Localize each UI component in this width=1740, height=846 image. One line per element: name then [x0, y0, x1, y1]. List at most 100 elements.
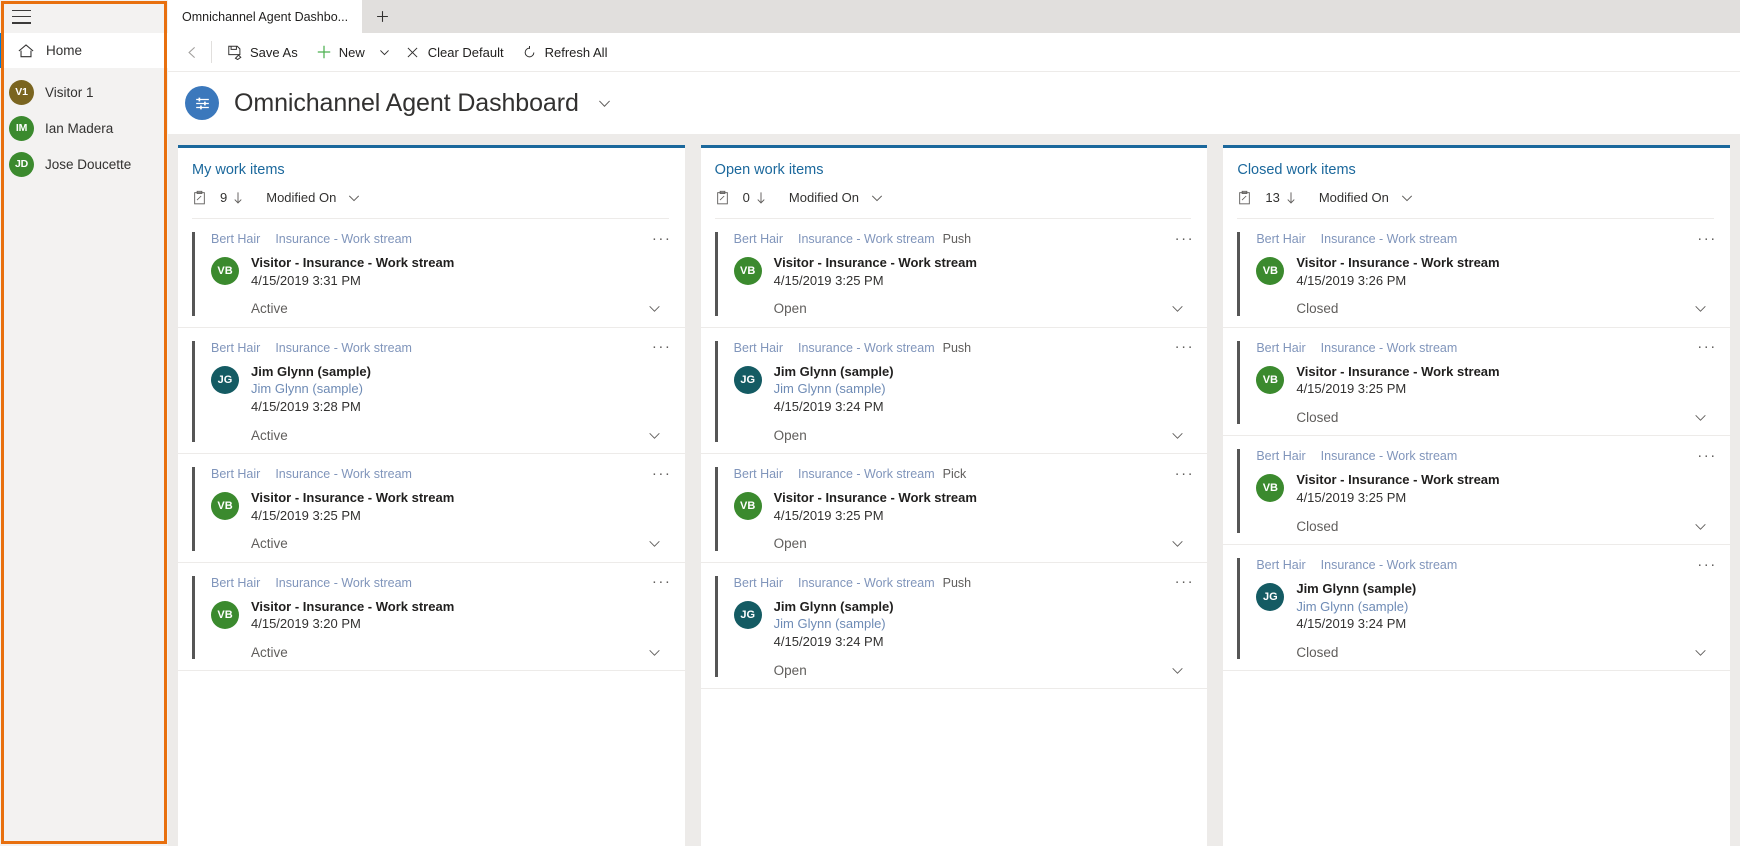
clear-default-button[interactable]: Clear Default [396, 37, 513, 67]
card-overflow-menu[interactable]: ··· [1696, 338, 1718, 356]
card-agent-name[interactable]: Bert Hair [211, 467, 260, 481]
work-item-card[interactable]: ··· Bert Hair Insurance - Work stream VB… [178, 219, 685, 328]
card-subtitle[interactable]: Jim Glynn (sample) [774, 380, 894, 398]
sort-direction-icon[interactable] [232, 190, 246, 205]
new-tab-button[interactable] [362, 0, 403, 33]
card-stream-name[interactable]: Insurance - Work stream [1321, 558, 1458, 572]
card-expand-chevron[interactable] [1167, 301, 1187, 317]
card-overflow-menu[interactable]: ··· [1173, 338, 1195, 356]
work-item-card[interactable]: ··· Bert Hair Insurance - Work stream Pu… [700, 563, 1208, 690]
site-map-button[interactable] [0, 0, 168, 33]
card-agent-name[interactable]: Bert Hair [1256, 232, 1305, 246]
sort-direction-icon[interactable] [755, 190, 769, 205]
card-agent-name[interactable]: Bert Hair [734, 232, 783, 246]
card-overflow-menu[interactable]: ··· [1696, 555, 1718, 573]
work-item-card[interactable]: ··· Bert Hair Insurance - Work stream Pi… [700, 454, 1208, 563]
card-main: JG Jim Glynn (sample) Jim Glynn (sample)… [715, 363, 1194, 416]
work-item-card[interactable]: ··· Bert Hair Insurance - Work stream VB… [178, 454, 685, 563]
sidebar-item-jose-doucette[interactable]: JD Jose Doucette [0, 146, 168, 182]
card-expand-chevron[interactable] [1690, 409, 1710, 425]
card-main: JG Jim Glynn (sample) Jim Glynn (sample)… [192, 363, 671, 416]
card-expand-chevron[interactable] [645, 301, 665, 317]
card-subtitle[interactable]: Jim Glynn (sample) [774, 615, 894, 633]
card-stream-name[interactable]: Insurance - Work stream [798, 232, 935, 246]
card-expand-chevron[interactable] [645, 427, 665, 443]
stream-header: Closed work items 13 Modified On [1223, 148, 1730, 219]
page-title-dropdown[interactable] [596, 95, 613, 112]
card-agent-name[interactable]: Bert Hair [734, 341, 783, 355]
sort-field-label[interactable]: Modified On [266, 190, 336, 205]
card-overflow-menu[interactable]: ··· [1173, 464, 1195, 482]
card-subtitle[interactable]: Jim Glynn (sample) [251, 380, 371, 398]
card-overflow-menu[interactable]: ··· [651, 464, 673, 482]
card-agent-name[interactable]: Bert Hair [1256, 558, 1305, 572]
hamburger-icon[interactable] [12, 9, 31, 24]
sort-dropdown-caret[interactable] [1400, 191, 1414, 205]
card-expand-chevron[interactable] [1167, 662, 1187, 678]
work-item-card[interactable]: ··· Bert Hair Insurance - Work stream VB… [1223, 219, 1731, 328]
card-overflow-menu[interactable]: ··· [1696, 446, 1718, 464]
card-overflow-menu[interactable]: ··· [651, 229, 673, 247]
card-stream-name[interactable]: Insurance - Work stream [798, 341, 935, 355]
card-agent-name[interactable]: Bert Hair [211, 341, 260, 355]
home-icon [17, 43, 35, 59]
card-overflow-menu[interactable]: ··· [1173, 229, 1195, 247]
sort-dropdown-caret[interactable] [347, 191, 361, 205]
card-expand-chevron[interactable] [645, 644, 665, 660]
work-item-card[interactable]: ··· Bert Hair Insurance - Work stream VB… [1223, 328, 1731, 437]
new-button[interactable]: New [307, 37, 374, 67]
sort-direction-icon[interactable] [1285, 190, 1299, 205]
card-stream-name[interactable]: Insurance - Work stream [1321, 232, 1458, 246]
card-overflow-menu[interactable]: ··· [651, 573, 673, 591]
card-agent-name[interactable]: Bert Hair [1256, 449, 1305, 463]
stream-title[interactable]: My work items [192, 162, 669, 178]
sort-field-label[interactable]: Modified On [789, 190, 859, 205]
stream-title[interactable]: Open work items [715, 162, 1192, 178]
sort-field-label[interactable]: Modified On [1319, 190, 1389, 205]
card-expand-chevron[interactable] [1690, 301, 1710, 317]
back-button[interactable] [178, 38, 206, 66]
tab-omnichannel-agent-dashboard[interactable]: Omnichannel Agent Dashbo... [168, 0, 363, 33]
card-agent-name[interactable]: Bert Hair [211, 232, 260, 246]
card-stream-name[interactable]: Insurance - Work stream [1321, 449, 1458, 463]
card-expand-chevron[interactable] [1690, 518, 1710, 534]
card-accent-bar [714, 575, 718, 678]
card-overflow-menu[interactable]: ··· [1696, 229, 1718, 247]
card-overflow-menu[interactable]: ··· [651, 338, 673, 356]
card-expand-chevron[interactable] [1167, 427, 1187, 443]
card-title: Jim Glynn (sample) [773, 598, 894, 614]
card-main: VB Visitor - Insurance - Work stream 4/1… [192, 254, 671, 290]
work-item-card[interactable]: ··· Bert Hair Insurance - Work stream VB… [1223, 436, 1731, 546]
save-as-button[interactable]: Save As [218, 37, 307, 67]
work-item-card[interactable]: ··· Bert Hair Insurance - Work stream JG… [1223, 545, 1731, 672]
card-stream-name[interactable]: Insurance - Work stream [1321, 341, 1458, 355]
card-timestamp: 4/15/2019 3:25 PM [1296, 490, 1407, 506]
card-stream-name[interactable]: Insurance - Work stream [275, 341, 412, 355]
card-stream-name[interactable]: Insurance - Work stream [275, 232, 412, 246]
stream-title[interactable]: Closed work items [1237, 162, 1714, 178]
new-dropdown-caret[interactable] [374, 37, 396, 67]
card-stream-name[interactable]: Insurance - Work stream [275, 467, 412, 481]
card-expand-chevron[interactable] [1167, 536, 1187, 552]
dashboard-icon [185, 86, 219, 120]
card-expand-chevron[interactable] [645, 536, 665, 552]
work-item-card[interactable]: ··· Bert Hair Insurance - Work stream Pu… [700, 219, 1208, 328]
card-stream-name[interactable]: Insurance - Work stream [798, 576, 935, 590]
work-item-card[interactable]: ··· Bert Hair Insurance - Work stream JG… [178, 328, 685, 455]
card-expand-chevron[interactable] [1690, 644, 1710, 660]
sidebar-item-visitor-1[interactable]: V1 Visitor 1 [0, 74, 168, 110]
sidebar-item-ian-madera[interactable]: IM Ian Madera [0, 110, 168, 146]
card-agent-name[interactable]: Bert Hair [1256, 341, 1305, 355]
card-agent-name[interactable]: Bert Hair [734, 576, 783, 590]
card-subtitle[interactable]: Jim Glynn (sample) [1296, 598, 1416, 616]
card-agent-name[interactable]: Bert Hair [734, 467, 783, 481]
card-overflow-menu[interactable]: ··· [1173, 573, 1195, 591]
sort-dropdown-caret[interactable] [870, 191, 884, 205]
work-item-card[interactable]: ··· Bert Hair Insurance - Work stream VB… [178, 563, 685, 672]
refresh-all-button[interactable]: Refresh All [513, 37, 617, 67]
card-stream-name[interactable]: Insurance - Work stream [275, 576, 412, 590]
card-stream-name[interactable]: Insurance - Work stream [798, 467, 935, 481]
sidebar-item-home[interactable]: Home [0, 33, 168, 68]
card-agent-name[interactable]: Bert Hair [211, 576, 260, 590]
work-item-card[interactable]: ··· Bert Hair Insurance - Work stream Pu… [700, 328, 1208, 455]
